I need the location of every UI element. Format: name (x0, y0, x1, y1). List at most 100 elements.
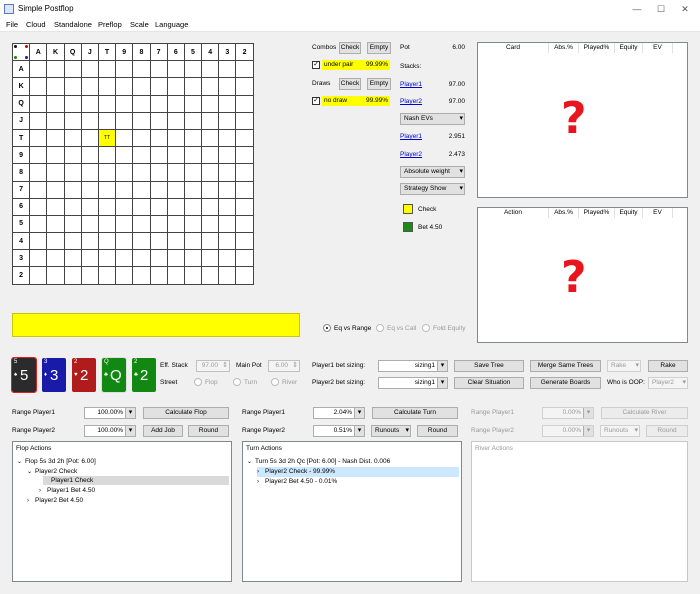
grid-cell[interactable] (63, 128, 82, 148)
grid-cell[interactable] (149, 197, 168, 216)
grid-cell[interactable] (97, 266, 117, 285)
grid-cell[interactable] (235, 249, 254, 268)
row-header[interactable]: 4 (11, 232, 31, 251)
grid-cell[interactable] (166, 266, 185, 285)
grid-cell[interactable] (149, 266, 168, 285)
col-header[interactable]: 7 (149, 42, 168, 62)
grid-cell[interactable] (132, 214, 151, 234)
grid-cell[interactable] (29, 232, 48, 251)
grid-cell[interactable] (115, 146, 134, 165)
grid-cell[interactable] (132, 249, 151, 268)
menu-standalone[interactable]: Standalone (54, 20, 92, 29)
grid-cell[interactable] (97, 249, 117, 268)
card-col-card[interactable]: Card (478, 43, 549, 53)
grid-cell[interactable] (115, 163, 134, 182)
grid-cell[interactable] (149, 128, 168, 148)
grid-cell[interactable] (166, 146, 185, 165)
grid-cell[interactable] (166, 197, 185, 216)
grid-cell[interactable] (46, 266, 65, 285)
nash-player1-link[interactable]: Player1 (400, 133, 422, 140)
grid-cell[interactable] (235, 94, 254, 113)
grid-cell[interactable] (132, 232, 151, 251)
grid-cell[interactable] (166, 128, 185, 148)
grid-cell[interactable] (218, 214, 237, 234)
maximize-button[interactable]: ☐ (650, 2, 672, 16)
grid-cell[interactable] (63, 232, 82, 251)
board-card-4[interactable]: Q ♣ Q (101, 357, 127, 393)
grid-cell[interactable] (63, 266, 82, 285)
grid-cell[interactable] (166, 249, 185, 268)
grid-cell[interactable] (80, 111, 99, 130)
street-river-radio[interactable] (271, 378, 279, 386)
grid-cell[interactable] (149, 94, 168, 113)
grid-cell[interactable] (149, 60, 168, 79)
tree-node-turn-p2-bet[interactable]: › Player2 Bet 4.50 - 0.01% (257, 477, 337, 487)
under-pair-filter[interactable]: under pair 99.99% (322, 60, 390, 70)
grid-cell[interactable] (46, 111, 65, 130)
river-range-p1-dropdown[interactable]: 0.00% (542, 407, 594, 419)
row-header[interactable]: 7 (11, 180, 31, 199)
close-button[interactable]: ✕ (674, 2, 696, 16)
row-header[interactable]: T (11, 128, 31, 148)
grid-cell[interactable] (218, 266, 237, 285)
grid-cell[interactable] (218, 197, 237, 216)
board-card-3[interactable]: 2 ♥ 2 (72, 358, 96, 392)
grid-cell[interactable] (29, 214, 48, 234)
grid-cell[interactable] (80, 249, 99, 268)
combos-empty-button[interactable]: Empty (367, 42, 391, 54)
grid-cell[interactable] (46, 163, 65, 182)
eq-vs-call-radio[interactable] (376, 324, 384, 332)
grid-cell[interactable] (132, 77, 151, 96)
grid-cell[interactable] (201, 128, 220, 148)
grid-cell[interactable] (97, 180, 117, 199)
board-card-2[interactable]: 3 ♦ 3 (42, 358, 66, 392)
who-is-oop-dropdown[interactable]: Player2 (648, 377, 688, 389)
grid-cell[interactable] (97, 163, 117, 182)
row-header[interactable]: A (11, 60, 31, 79)
grid-cell[interactable] (218, 163, 237, 182)
row-header[interactable]: 6 (11, 197, 31, 216)
col-header[interactable]: 4 (201, 42, 220, 62)
card-col-ev[interactable]: EV (643, 43, 673, 53)
grid-cell[interactable] (218, 77, 237, 96)
grid-cell[interactable] (63, 94, 82, 113)
grid-cell[interactable] (183, 197, 203, 216)
generate-boards-button[interactable]: Generate Boards (530, 377, 601, 389)
grid-cell[interactable] (115, 77, 134, 96)
grid-cell[interactable] (218, 180, 237, 199)
nash-player2-link[interactable]: Player2 (400, 151, 422, 158)
grid-cell[interactable] (115, 232, 134, 251)
grid-cell[interactable] (235, 60, 254, 79)
grid-cell[interactable] (115, 214, 134, 234)
grid-cell[interactable] (29, 249, 48, 268)
grid-cell[interactable] (46, 94, 65, 113)
tree-node-turn-p2-check[interactable]: › Player2 Check - 99.99% (257, 467, 459, 477)
turn-range-p2-dropdown[interactable]: 0.51% (313, 425, 365, 437)
grid-cell[interactable] (201, 249, 220, 268)
eq-vs-range-radio[interactable] (323, 324, 331, 332)
calculate-river-button[interactable]: Calculate River (601, 407, 688, 419)
grid-cell[interactable] (149, 232, 168, 251)
grid-cell[interactable] (166, 232, 185, 251)
row-header[interactable]: 9 (11, 146, 31, 165)
grid-cell[interactable] (183, 111, 203, 130)
grid-cell[interactable] (29, 197, 48, 216)
grid-cell[interactable] (149, 180, 168, 199)
grid-cell[interactable] (46, 77, 65, 96)
card-col-abs[interactable]: Abs.% (549, 43, 579, 53)
weight-dropdown[interactable]: Absolute weight (400, 166, 465, 178)
grid-cell[interactable] (201, 146, 220, 165)
grid-cell[interactable] (218, 249, 237, 268)
main-pot-input[interactable]: 6.00 (268, 360, 300, 372)
grid-cell[interactable] (29, 163, 48, 182)
grid-cell[interactable] (149, 163, 168, 182)
grid-cell[interactable] (218, 111, 237, 130)
combos-check-button[interactable]: Check (339, 42, 361, 54)
grid-cell[interactable] (235, 214, 254, 234)
under-pair-checkbox[interactable]: ✓ (312, 61, 320, 69)
save-tree-button[interactable]: Save Tree (454, 360, 524, 372)
board-card-1[interactable]: 5 ♠ 5 (11, 357, 37, 393)
grid-cell[interactable] (132, 266, 151, 285)
col-header[interactable]: 2 (235, 42, 254, 62)
grid-cell[interactable] (201, 94, 220, 113)
